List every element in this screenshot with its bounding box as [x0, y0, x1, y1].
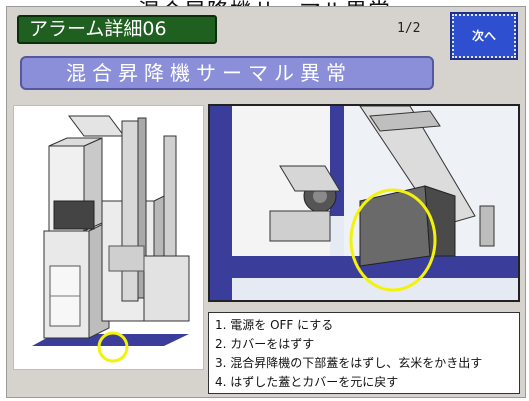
next-button[interactable]: 次へ: [452, 14, 516, 58]
instruction-step: 4. はずした蓋とカバーを元に戻す: [215, 375, 399, 389]
instruction-step: 3. 混合昇降機の下部蓋をはずし、玄米をかき出す: [215, 356, 483, 370]
instruction-list: 1. 電源を OFF にする 2. カバーをはずす 3. 混合昇降機の下部蓋をは…: [208, 312, 520, 394]
page-indicator: 1/2: [397, 21, 421, 36]
machine-overview-image: [13, 105, 204, 370]
page-title: アラーム詳細06: [17, 15, 217, 44]
closeup-image: [208, 104, 520, 302]
alarm-name: 混合昇降機サーマル異常: [20, 56, 434, 90]
instruction-step: 2. カバーをはずす: [215, 337, 315, 351]
instruction-step: 1. 電源を OFF にする: [215, 318, 334, 332]
